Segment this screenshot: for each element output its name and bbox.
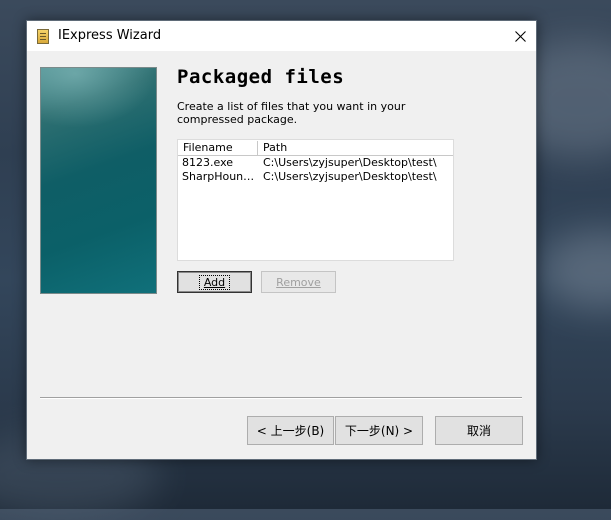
cancel-button[interactable]: 取消 <box>435 416 523 445</box>
page-title: Packaged files <box>177 66 345 88</box>
close-icon <box>514 30 526 42</box>
remove-button[interactable]: Remove <box>261 271 336 293</box>
add-button-label: Add <box>198 274 231 290</box>
list-header: Filename Path <box>178 140 453 156</box>
file-name: SharpHound.... <box>182 170 255 183</box>
file-path: C:\Users\zyjsuper\Desktop\test\ <box>263 156 437 169</box>
file-path: C:\Users\zyjsuper\Desktop\test\ <box>263 170 437 183</box>
packaged-files-list[interactable]: Filename Path 8123.exe C:\Users\zyjsuper… <box>177 139 454 261</box>
footer-divider <box>40 397 522 399</box>
back-button-label: < 上一步(B) <box>256 424 325 438</box>
cancel-button-label: 取消 <box>466 424 491 438</box>
title-bar[interactable]: IExpress Wizard <box>27 21 536 51</box>
cloud-decoration <box>540 230 611 310</box>
close-button[interactable] <box>504 21 536 51</box>
iexpress-app-icon <box>37 29 49 44</box>
wizard-side-image <box>40 67 157 294</box>
page-description: Create a list of files that you want in … <box>177 100 406 126</box>
add-button[interactable]: Add <box>177 271 252 293</box>
back-button[interactable]: < 上一步(B) <box>247 416 334 445</box>
next-button-label: 下一步(N) > <box>344 424 414 438</box>
column-header-filename[interactable]: Filename <box>178 141 258 155</box>
iexpress-wizard-dialog: IExpress Wizard Packaged files Create a … <box>26 20 537 460</box>
remove-button-label: Remove <box>276 275 321 289</box>
list-item[interactable]: SharpHound.... C:\Users\zyjsuper\Desktop… <box>178 170 453 184</box>
window-title: IExpress Wizard <box>58 28 162 43</box>
file-name: 8123.exe <box>182 156 234 169</box>
list-item[interactable]: 8123.exe C:\Users\zyjsuper\Desktop\test\ <box>178 156 453 170</box>
next-button[interactable]: 下一步(N) > <box>335 416 423 445</box>
column-header-path[interactable]: Path <box>258 141 454 155</box>
